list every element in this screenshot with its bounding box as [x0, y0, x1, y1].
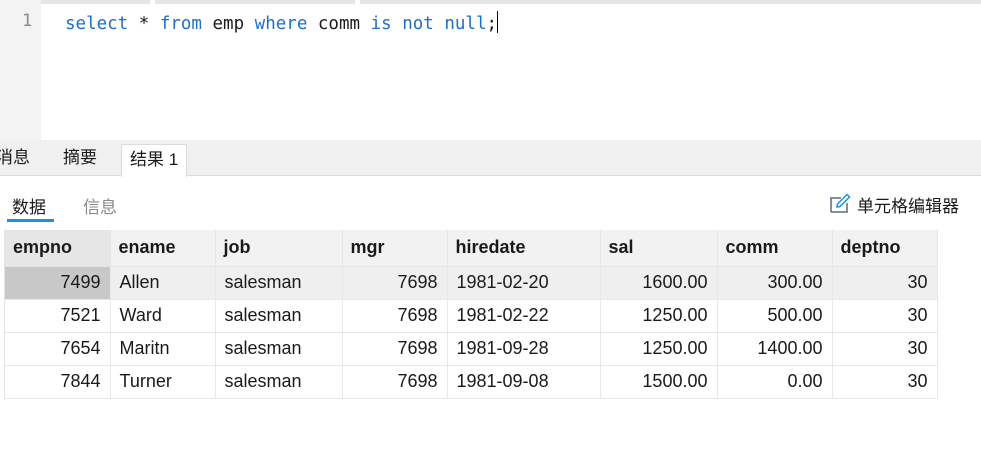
cell-job[interactable]: salesman: [215, 365, 343, 399]
column-header-hiredate[interactable]: hiredate: [447, 230, 601, 267]
cell-sal[interactable]: 1250.00: [600, 332, 718, 366]
subtab-info[interactable]: 信息: [83, 193, 117, 218]
cell-hiredate[interactable]: 1981-09-28: [447, 332, 601, 366]
cell-hiredate[interactable]: 1981-02-20: [447, 266, 601, 300]
cell-ename[interactable]: Turner: [110, 365, 216, 399]
cell-ename[interactable]: Maritn: [110, 332, 216, 366]
sql-keyword: null: [444, 14, 487, 34]
cell-comm[interactable]: 1400.00: [717, 332, 833, 366]
sql-keyword: is: [370, 14, 392, 34]
subtab-data[interactable]: 数据: [12, 193, 46, 218]
cell-job[interactable]: salesman: [215, 299, 343, 333]
cell-editor-label: 单元格编辑器: [857, 196, 959, 216]
cell-comm[interactable]: 0.00: [717, 365, 833, 399]
editor-top-border: [0, 0, 981, 10]
table-row[interactable]: 7521 Ward salesman 7698 1981-02-22 1250.00 500…: [5, 299, 938, 333]
cell-sal[interactable]: 1500.00: [600, 365, 718, 399]
line-number: 1: [22, 11, 33, 31]
cell-ename[interactable]: Ward: [110, 299, 216, 333]
cell-mgr[interactable]: 7698: [342, 299, 448, 333]
result-table: empno ename job mgr hiredate sal comm deptno 74…: [5, 230, 938, 399]
cell-sal[interactable]: 1250.00: [600, 299, 718, 333]
cell-deptno[interactable]: 30: [832, 365, 938, 399]
cell-comm[interactable]: 500.00: [717, 299, 833, 333]
column-header-empno[interactable]: empno: [5, 230, 111, 267]
cell-empno[interactable]: 7654: [5, 332, 111, 366]
cell-empno[interactable]: 7499: [5, 266, 111, 300]
cell-ename[interactable]: Allen: [110, 266, 216, 300]
cell-editor-button[interactable]: 单元格编辑器: [828, 191, 959, 217]
sql-text: ;: [486, 14, 498, 34]
edit-icon: [830, 193, 851, 213]
result-tab-bar: 消息 摘要 结果 1: [0, 140, 981, 177]
text-caret: [497, 11, 499, 33]
table-row[interactable]: 7654 Maritn salesman 7698 1981-09-28 1250.00 1…: [5, 332, 938, 366]
result-sub-toolbar: 数据 信息 单元格编辑器: [0, 177, 981, 227]
cell-mgr[interactable]: 7698: [342, 332, 448, 366]
table-header-row: empno ename job mgr hiredate sal comm deptno: [5, 230, 938, 267]
sql-editor[interactable]: 1 select * from emp where comm is not nu…: [0, 0, 981, 140]
cell-mgr[interactable]: 7698: [342, 266, 448, 300]
sql-query-line[interactable]: select * from emp where comm is not null…: [65, 11, 499, 34]
sql-keyword: where: [254, 14, 308, 34]
sql-text: emp: [201, 14, 255, 34]
cell-comm[interactable]: 300.00: [717, 266, 833, 300]
cell-empno[interactable]: 7844: [5, 365, 111, 399]
column-header-job[interactable]: job: [215, 230, 343, 267]
cell-sal[interactable]: 1600.00: [600, 266, 718, 300]
sql-keyword: not: [402, 14, 434, 34]
tab-messages[interactable]: 消息: [0, 140, 30, 176]
table-row[interactable]: 7844 Turner salesman 7698 1981-09-08 1500.00 0…: [5, 365, 938, 399]
cell-empno[interactable]: 7521: [5, 299, 111, 333]
cell-mgr[interactable]: 7698: [342, 365, 448, 399]
sql-text: *: [128, 14, 160, 34]
cell-deptno[interactable]: 30: [832, 299, 938, 333]
cell-deptno[interactable]: 30: [832, 266, 938, 300]
result-grid[interactable]: empno ename job mgr hiredate sal comm deptno 74…: [5, 230, 938, 399]
line-number-gutter: [0, 0, 41, 140]
column-header-ename[interactable]: ename: [110, 230, 216, 267]
active-subtab-indicator: [7, 219, 54, 222]
sql-keyword: select: [65, 14, 129, 34]
cell-job[interactable]: salesman: [215, 332, 343, 366]
column-header-mgr[interactable]: mgr: [342, 230, 448, 267]
sql-text: comm: [307, 14, 371, 34]
cell-hiredate[interactable]: 1981-09-08: [447, 365, 601, 399]
table-row[interactable]: 7499 Allen salesman 7698 1981-02-20 1600.00 30…: [5, 266, 938, 300]
tab-summary[interactable]: 摘要: [63, 140, 97, 176]
sql-keyword: from: [159, 14, 202, 34]
cell-deptno[interactable]: 30: [832, 332, 938, 366]
cell-job[interactable]: salesman: [215, 266, 343, 300]
column-header-sal[interactable]: sal: [600, 230, 718, 267]
column-header-deptno[interactable]: deptno: [832, 230, 938, 267]
column-header-comm[interactable]: comm: [717, 230, 833, 267]
tab-result-1[interactable]: 结果 1: [121, 144, 188, 177]
cell-hiredate[interactable]: 1981-02-22: [447, 299, 601, 333]
